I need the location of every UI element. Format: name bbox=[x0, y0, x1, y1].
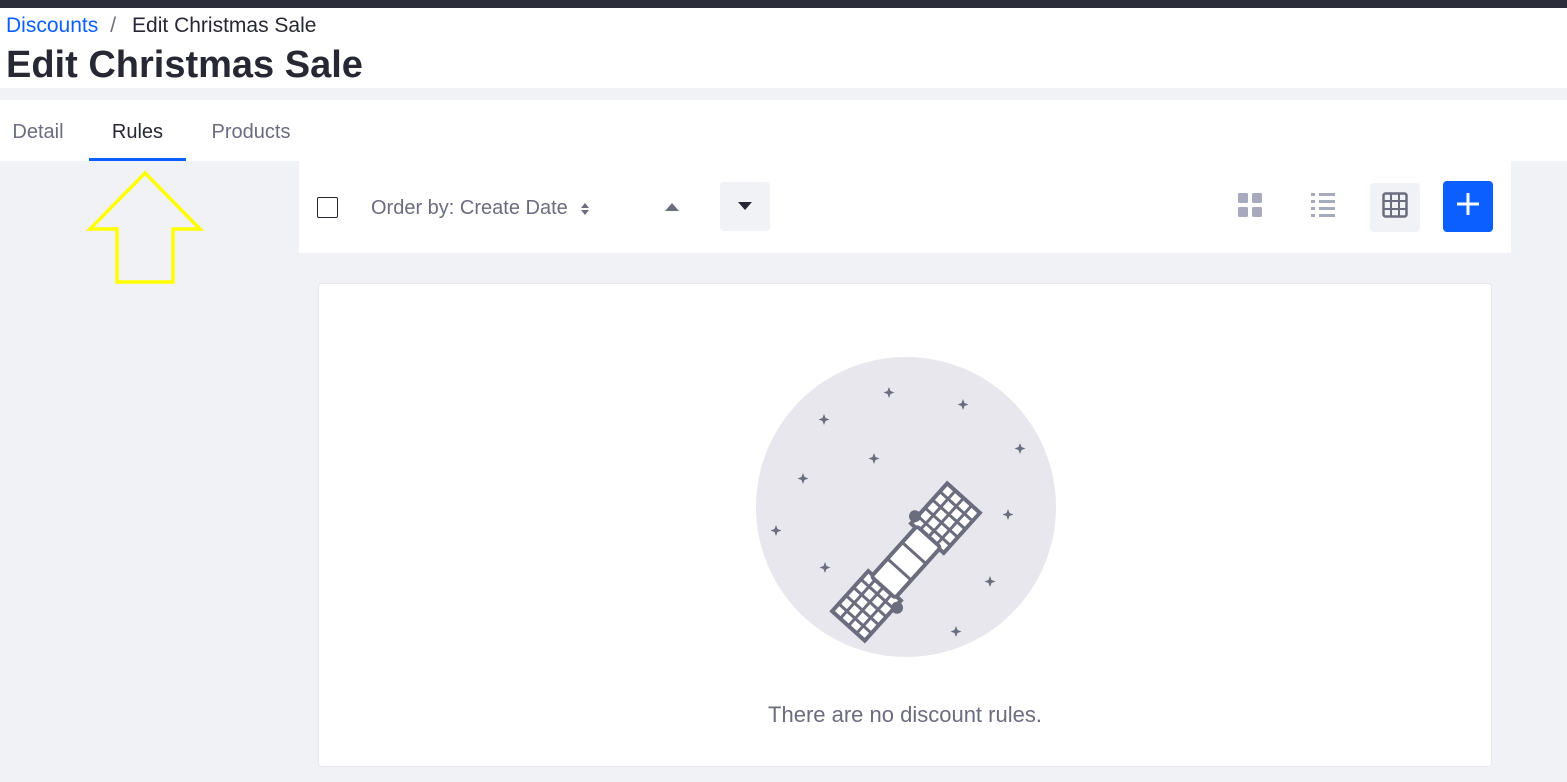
order-by-dropdown[interactable]: Order by: Create Date bbox=[371, 197, 590, 220]
cards-view-icon bbox=[1237, 192, 1263, 223]
tab-rules[interactable]: Rules bbox=[89, 100, 186, 161]
select-all-checkbox[interactable] bbox=[317, 197, 338, 218]
table-view-icon bbox=[1382, 192, 1408, 223]
tab-bar: Detail Rules Products bbox=[0, 100, 1567, 161]
sort-ascending-button[interactable] bbox=[651, 188, 693, 228]
add-rule-button[interactable] bbox=[1443, 181, 1493, 232]
table-view-button[interactable] bbox=[1370, 183, 1420, 232]
sort-descending-button[interactable] bbox=[720, 182, 770, 231]
list-view-icon bbox=[1310, 192, 1336, 223]
top-bar bbox=[0, 0, 1567, 8]
breadcrumb-separator: / bbox=[110, 14, 117, 37]
breadcrumb: Discounts / Edit Christmas Sale bbox=[6, 14, 316, 38]
breadcrumb-link-discounts[interactable]: Discounts bbox=[6, 14, 98, 38]
tab-products[interactable]: Products bbox=[196, 100, 306, 161]
list-view-button[interactable] bbox=[1298, 183, 1348, 232]
caret-up-icon bbox=[664, 199, 680, 217]
sort-icon bbox=[580, 202, 590, 216]
page-title: Edit Christmas Sale bbox=[6, 44, 363, 86]
annotation-arrow-up-icon bbox=[86, 170, 205, 284]
caret-down-icon bbox=[737, 198, 753, 216]
management-toolbar: Order by: Create Date bbox=[299, 161, 1511, 253]
page-header: Discounts / Edit Christmas Sale Edit Chr… bbox=[0, 8, 1567, 88]
empty-state-message: There are no discount rules. bbox=[768, 702, 1042, 727]
plus-icon bbox=[1456, 192, 1480, 221]
tab-detail[interactable]: Detail bbox=[0, 100, 76, 161]
cards-view-button[interactable] bbox=[1225, 183, 1275, 232]
breadcrumb-current: Edit Christmas Sale bbox=[132, 14, 317, 37]
satellite-illustration bbox=[756, 357, 1056, 657]
order-by-label: Order by: Create Date bbox=[371, 197, 568, 219]
empty-state-card: There are no discount rules. bbox=[318, 283, 1492, 767]
